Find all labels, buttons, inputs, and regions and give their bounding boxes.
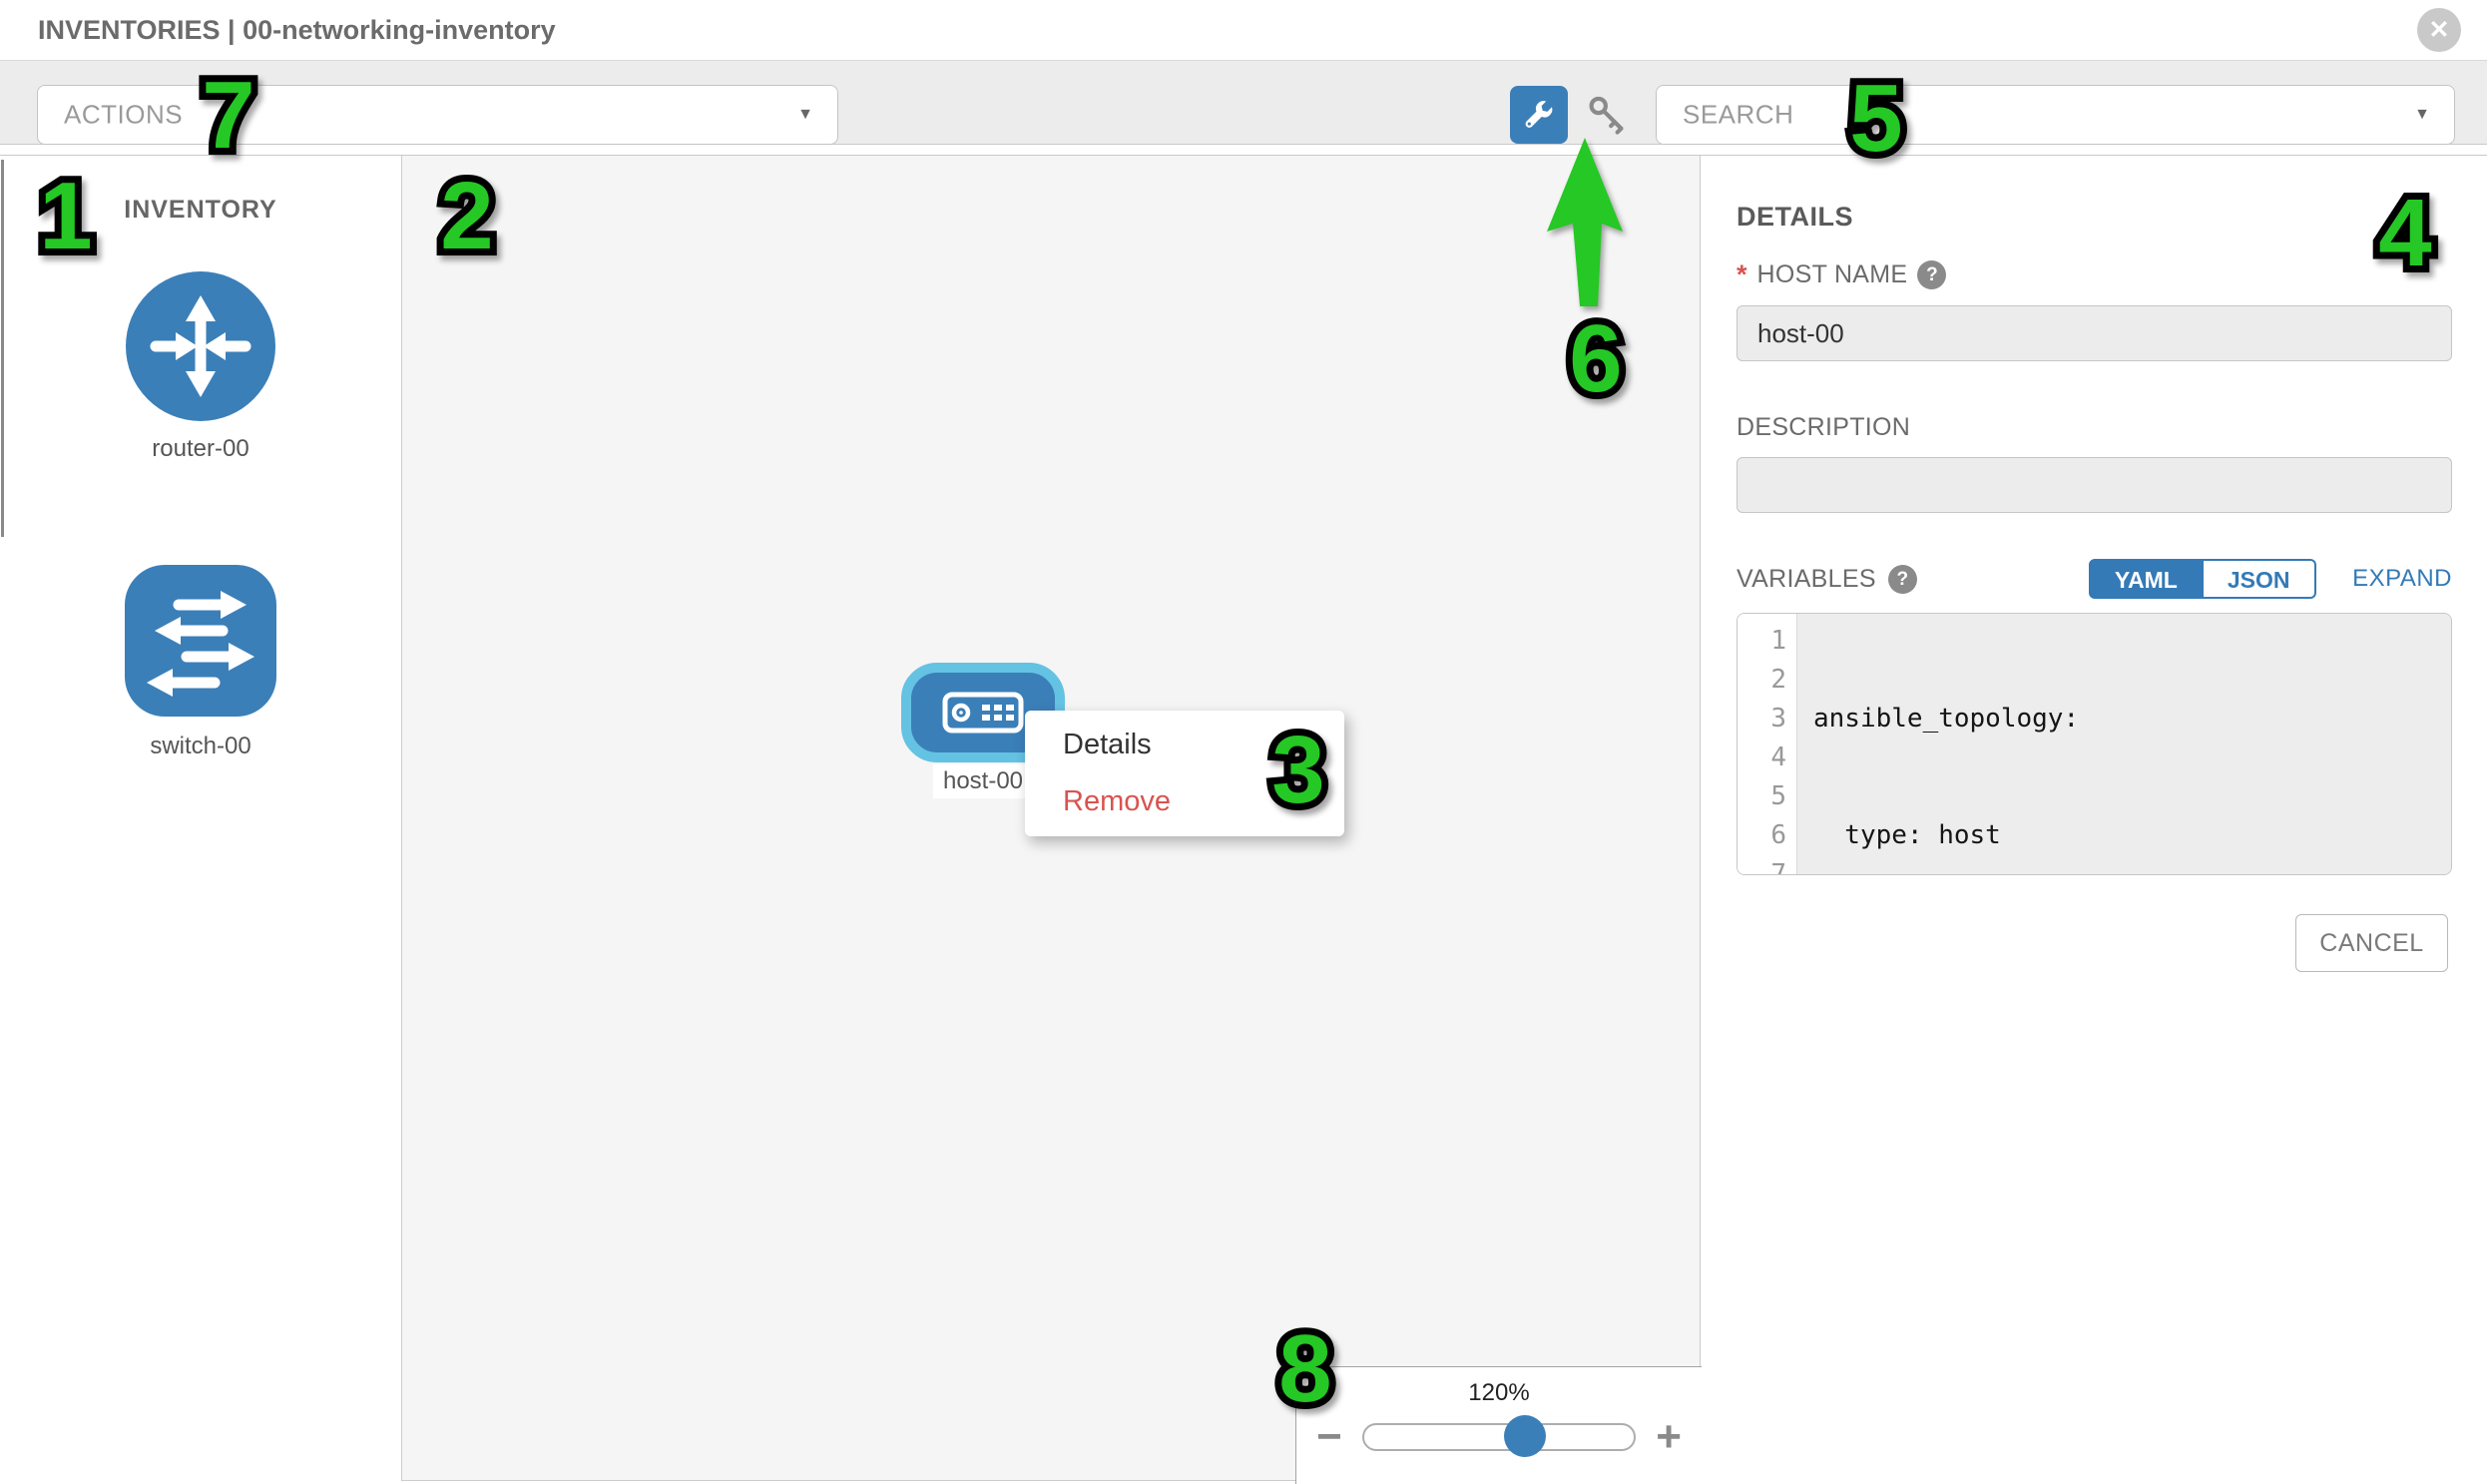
editor-code[interactable]: ansible_topology: type: host name: host-… [1797,614,2451,874]
wrench-icon [1522,98,1556,132]
cancel-button[interactable]: CANCEL [2295,914,2448,972]
line-number: 3 [1738,700,1786,739]
description-label: DESCRIPTION [1737,413,1910,442]
chevron-down-icon: ▼ [2414,106,2430,124]
zoom-level: 120% [1296,1379,1702,1407]
host-name-input[interactable]: host-00 [1737,305,2452,361]
key-button[interactable] [1583,89,1631,141]
inventory-topology-app: INVENTORIES | 00-networking-inventory ✕ … [0,0,2487,1484]
header: INVENTORIES | 00-networking-inventory ✕ [0,0,2487,60]
search-dropdown-label: SEARCH [1683,100,1793,131]
node-context-menu: Details Remove [1025,711,1344,836]
zoom-in-button[interactable]: + [1656,1417,1682,1457]
inventory-sidebar: INVENTORY router-00 [0,156,401,1484]
switch-label: switch-00 [0,733,401,760]
zoom-slider-thumb[interactable] [1504,1415,1546,1457]
switch-icon [125,565,276,717]
host-name-label-row: * HOST NAME ? [1737,259,1946,290]
router-icon [126,271,275,421]
expand-link[interactable]: EXPAND [2352,565,2452,593]
details-panel: DETAILS * HOST NAME ? host-00 DESCRIPTIO… [1702,156,2487,1484]
page-title: INVENTORIES | 00-networking-inventory [38,0,556,60]
menu-item-details[interactable]: Details [1025,717,1344,773]
variables-code-editor[interactable]: 1 2 3 4 5 6 7 ansible_topology: type: ho… [1737,613,2452,875]
router-label: router-00 [0,435,401,463]
required-marker: * [1737,259,1747,290]
line-number: 5 [1738,777,1786,816]
variables-label: VARIABLES [1737,565,1876,594]
sidebar-title: INVENTORY [0,196,401,225]
zoom-control-panel: 120% − + [1295,1366,1702,1484]
line-number: 2 [1738,661,1786,700]
sidebar-item-switch[interactable] [125,565,276,717]
actions-dropdown-label: ACTIONS [64,100,183,131]
description-input[interactable] [1737,457,2452,513]
variables-row: VARIABLES ? YAML JSON [1737,559,2316,599]
zoom-out-button[interactable]: − [1316,1417,1342,1457]
key-icon [1585,91,1629,139]
json-toggle-button[interactable]: JSON [2204,559,2316,599]
toolbar: ACTIONS ▼ SEARCH ▼ [0,60,2487,145]
line-number: 7 [1738,855,1786,875]
line-number: 6 [1738,816,1786,855]
details-panel-title: DETAILS [1737,202,1853,233]
host-icon [942,692,1024,734]
zoom-slider-track[interactable] [1362,1423,1637,1451]
topology-canvas[interactable]: host-00 Details Remove 120% − + [401,156,1701,1481]
actions-dropdown[interactable]: ACTIONS ▼ [37,85,838,145]
host-node-label: host-00 [933,764,1033,798]
close-icon[interactable]: ✕ [2417,8,2461,52]
menu-item-remove[interactable]: Remove [1025,773,1344,830]
line-number: 4 [1738,739,1786,777]
sidebar-item-router[interactable] [126,271,275,421]
tools-button[interactable] [1510,86,1568,144]
format-toggle: YAML JSON [2089,559,2316,599]
chevron-down-icon: ▼ [797,106,813,124]
code-line: type: host [1813,816,2451,855]
help-icon[interactable]: ? [1888,565,1917,594]
zoom-slider-row: − + [1296,1407,1702,1457]
search-dropdown[interactable]: SEARCH ▼ [1656,85,2455,145]
help-icon[interactable]: ? [1917,260,1946,289]
code-line: ansible_topology: [1813,700,2451,739]
yaml-toggle-button[interactable]: YAML [2089,559,2204,599]
editor-line-numbers: 1 2 3 4 5 6 7 [1738,614,1797,874]
host-name-label: HOST NAME [1757,260,1908,289]
line-number: 1 [1738,622,1786,661]
